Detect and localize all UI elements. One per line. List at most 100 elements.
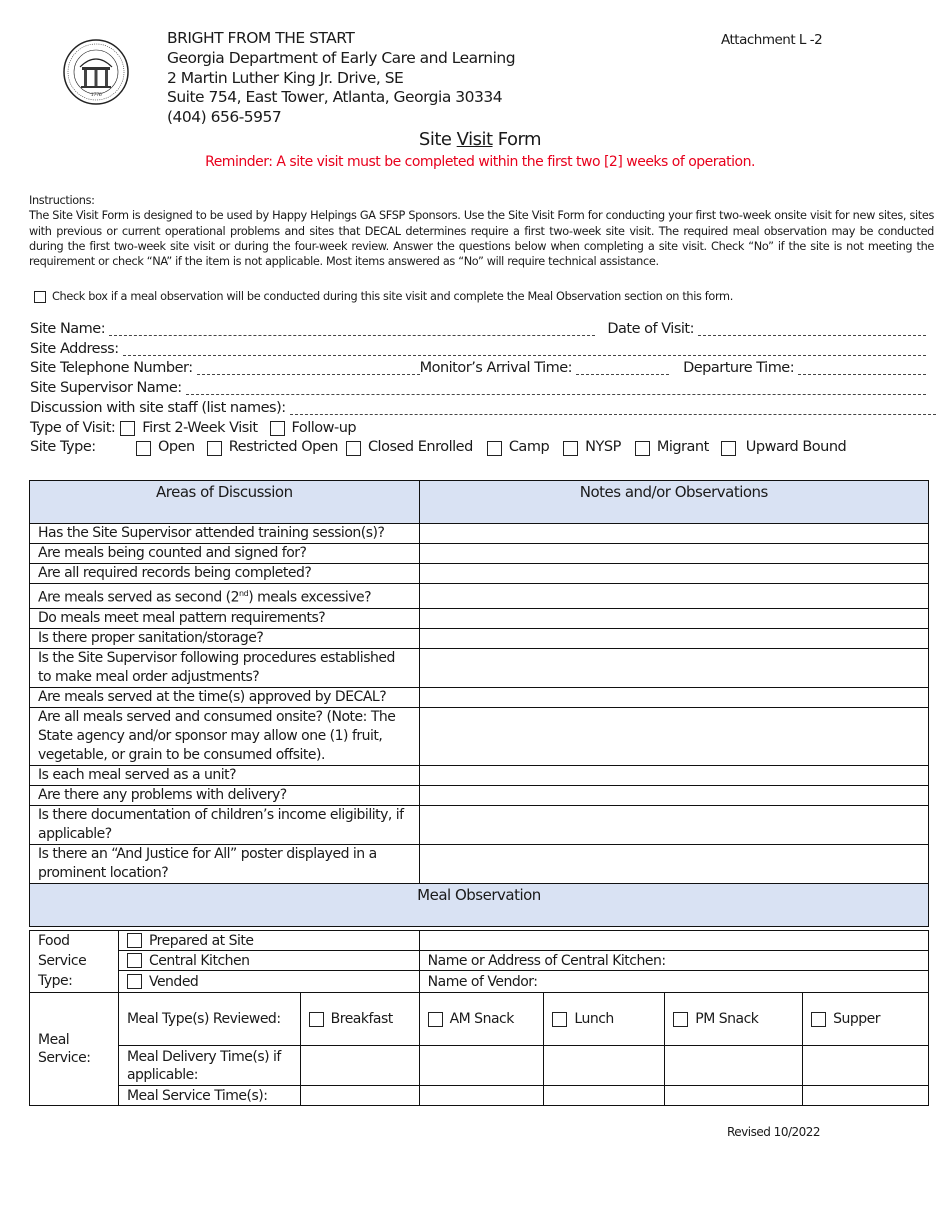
site-name-field[interactable]	[109, 323, 596, 336]
notes-cell[interactable]	[418, 563, 930, 584]
pm-snack-checkbox[interactable]	[673, 1011, 689, 1027]
vended-checkbox[interactable]	[126, 974, 142, 989]
open-checkbox[interactable]	[136, 440, 151, 456]
address-line-2: Suite 754, East Tower, Atlanta, Georgia …	[167, 88, 503, 107]
department-name: Georgia Department of Early Care and Lea…	[167, 48, 516, 67]
visit-option-first[interactable]: First 2-Week Visit	[120, 419, 258, 439]
restricted-open-checkbox[interactable]	[206, 440, 222, 456]
notes-cell[interactable]	[418, 764, 930, 786]
question-cell: Are meals served at the time(s) approved…	[29, 686, 420, 708]
central-kitchen-checkbox[interactable]	[126, 953, 142, 968]
date-of-visit-field[interactable]	[698, 323, 926, 336]
notes-cell[interactable]	[418, 583, 930, 609]
question-cell: Is there documentation of children’s inc…	[29, 804, 420, 845]
migrant-checkbox[interactable]	[634, 440, 650, 456]
arrival-time-field[interactable]	[576, 362, 670, 376]
title-underlined: Visit	[456, 129, 493, 150]
table-row: Is each meal served as a unit?	[29, 764, 930, 786]
closed-enrolled-checkbox[interactable]	[345, 440, 361, 456]
service-time-cell[interactable]	[299, 1085, 420, 1106]
notes-cell[interactable]	[418, 686, 930, 708]
nysp-checkbox[interactable]	[563, 440, 579, 456]
delivery-time-cell[interactable]	[418, 1045, 545, 1086]
state-seal-icon: 1776	[63, 39, 129, 105]
delivery-time-cell[interactable]	[299, 1045, 420, 1086]
org-name: BRIGHT FROM THE START	[167, 29, 355, 47]
service-time-cell[interactable]	[664, 1085, 804, 1106]
notes-cell[interactable]	[418, 523, 930, 544]
q-text-pre: Are meals served as second (2	[38, 589, 240, 606]
supper-label: Supper	[833, 1011, 880, 1027]
meal-type-am-snack[interactable]: AM Snack	[418, 992, 545, 1046]
service-time-cell[interactable]	[418, 1085, 545, 1106]
supervisor-name-field[interactable]	[185, 382, 926, 396]
site-type-upward-bound[interactable]: Upward Bound	[720, 438, 847, 458]
instructions: Instructions: The Site Visit Form is des…	[29, 193, 934, 269]
date-of-visit-label: Date of Visit:	[607, 321, 694, 337]
followup-checkbox[interactable]	[269, 420, 285, 436]
meal-type-breakfast[interactable]: Breakfast	[299, 992, 420, 1046]
camp-checkbox[interactable]	[486, 440, 502, 456]
meal-type-supper[interactable]: Supper	[802, 992, 929, 1046]
service-time-cell[interactable]	[543, 1085, 666, 1106]
nysp-label: NYSP	[585, 439, 621, 456]
meal-type-pm-snack[interactable]: PM Snack	[664, 992, 804, 1046]
site-type-nysp[interactable]: NYSP	[563, 438, 621, 458]
delivery-time-label: Meal Delivery Time(s) if applicable:	[117, 1045, 301, 1086]
open-label: Open	[158, 439, 195, 456]
meal-service-label: Meal Service:	[29, 992, 119, 1106]
site-type-restricted-open[interactable]: Restricted Open	[206, 438, 338, 458]
table-row: Are all required records being completed…	[29, 563, 930, 584]
camp-label: Camp	[508, 439, 550, 456]
lunch-label: Lunch	[574, 1011, 614, 1027]
meal-observation-checkbox[interactable]	[34, 290, 46, 303]
site-type-label: Site Type:	[30, 439, 96, 456]
meal-type-lunch[interactable]: Lunch	[543, 992, 666, 1046]
departure-time-field[interactable]	[798, 362, 926, 376]
areas-header: Areas of Discussion	[29, 480, 420, 524]
breakfast-checkbox[interactable]	[308, 1011, 324, 1027]
meal-observation-checkbox-label: Check box if a meal observation will be …	[52, 290, 733, 303]
first-visit-checkbox[interactable]	[120, 420, 136, 436]
notes-cell[interactable]	[418, 706, 930, 766]
prepared-notes-cell[interactable]	[418, 930, 930, 951]
site-type-camp[interactable]: Camp	[486, 438, 550, 458]
table-row: Is the Site Supervisor following procedu…	[29, 647, 930, 688]
notes-cell[interactable]	[418, 843, 930, 884]
first-visit-label: First 2-Week Visit	[142, 419, 258, 436]
discussion-field[interactable]	[289, 402, 936, 415]
service-time-cell[interactable]	[802, 1085, 929, 1106]
notes-cell[interactable]	[418, 804, 930, 845]
upward-bound-checkbox[interactable]	[720, 440, 736, 456]
am-snack-checkbox[interactable]	[427, 1011, 443, 1027]
meal-observation-option[interactable]: Check box if a meal observation will be …	[34, 290, 733, 303]
notes-cell[interactable]	[418, 627, 930, 649]
site-type-closed-enrolled[interactable]: Closed Enrolled	[345, 438, 473, 458]
delivery-time-cell[interactable]	[802, 1045, 929, 1086]
central-kitchen-name-cell[interactable]: Name or Address of Central Kitchen:	[418, 950, 930, 971]
food-option-central[interactable]: Central Kitchen	[117, 950, 420, 971]
instructions-text: The Site Visit Form is designed to be us…	[29, 209, 934, 269]
food-option-prepared[interactable]: Prepared at Site	[117, 930, 420, 951]
visit-option-followup[interactable]: Follow-up	[269, 419, 357, 439]
supper-checkbox[interactable]	[811, 1011, 827, 1027]
site-address-field[interactable]	[122, 343, 926, 356]
notes-cell[interactable]	[418, 784, 930, 806]
phone-number: (404) 656-5957	[167, 108, 282, 127]
meal-service-table: Meal Service: Meal Type(s) Reviewed: Bre…	[29, 992, 929, 1106]
vendor-name-cell[interactable]: Name of Vendor:	[418, 970, 930, 993]
site-type-migrant[interactable]: Migrant	[634, 438, 709, 458]
table-row: Has the Site Supervisor attended trainin…	[29, 523, 930, 544]
delivery-time-cell[interactable]	[543, 1045, 666, 1086]
delivery-time-cell[interactable]	[664, 1045, 804, 1086]
notes-cell[interactable]	[418, 543, 930, 564]
notes-cell[interactable]	[418, 607, 930, 629]
food-option-vended[interactable]: Vended	[117, 970, 420, 993]
notes-cell[interactable]	[418, 647, 930, 688]
site-telephone-field[interactable]	[196, 362, 420, 376]
food-service-table: Food Service Type: Prepared at Site Cent…	[29, 930, 930, 993]
meal-observation-header-row: Meal Observation	[29, 882, 929, 927]
site-type-open[interactable]: Open	[136, 438, 195, 458]
prepared-at-site-checkbox[interactable]	[126, 933, 142, 948]
lunch-checkbox[interactable]	[552, 1011, 568, 1027]
